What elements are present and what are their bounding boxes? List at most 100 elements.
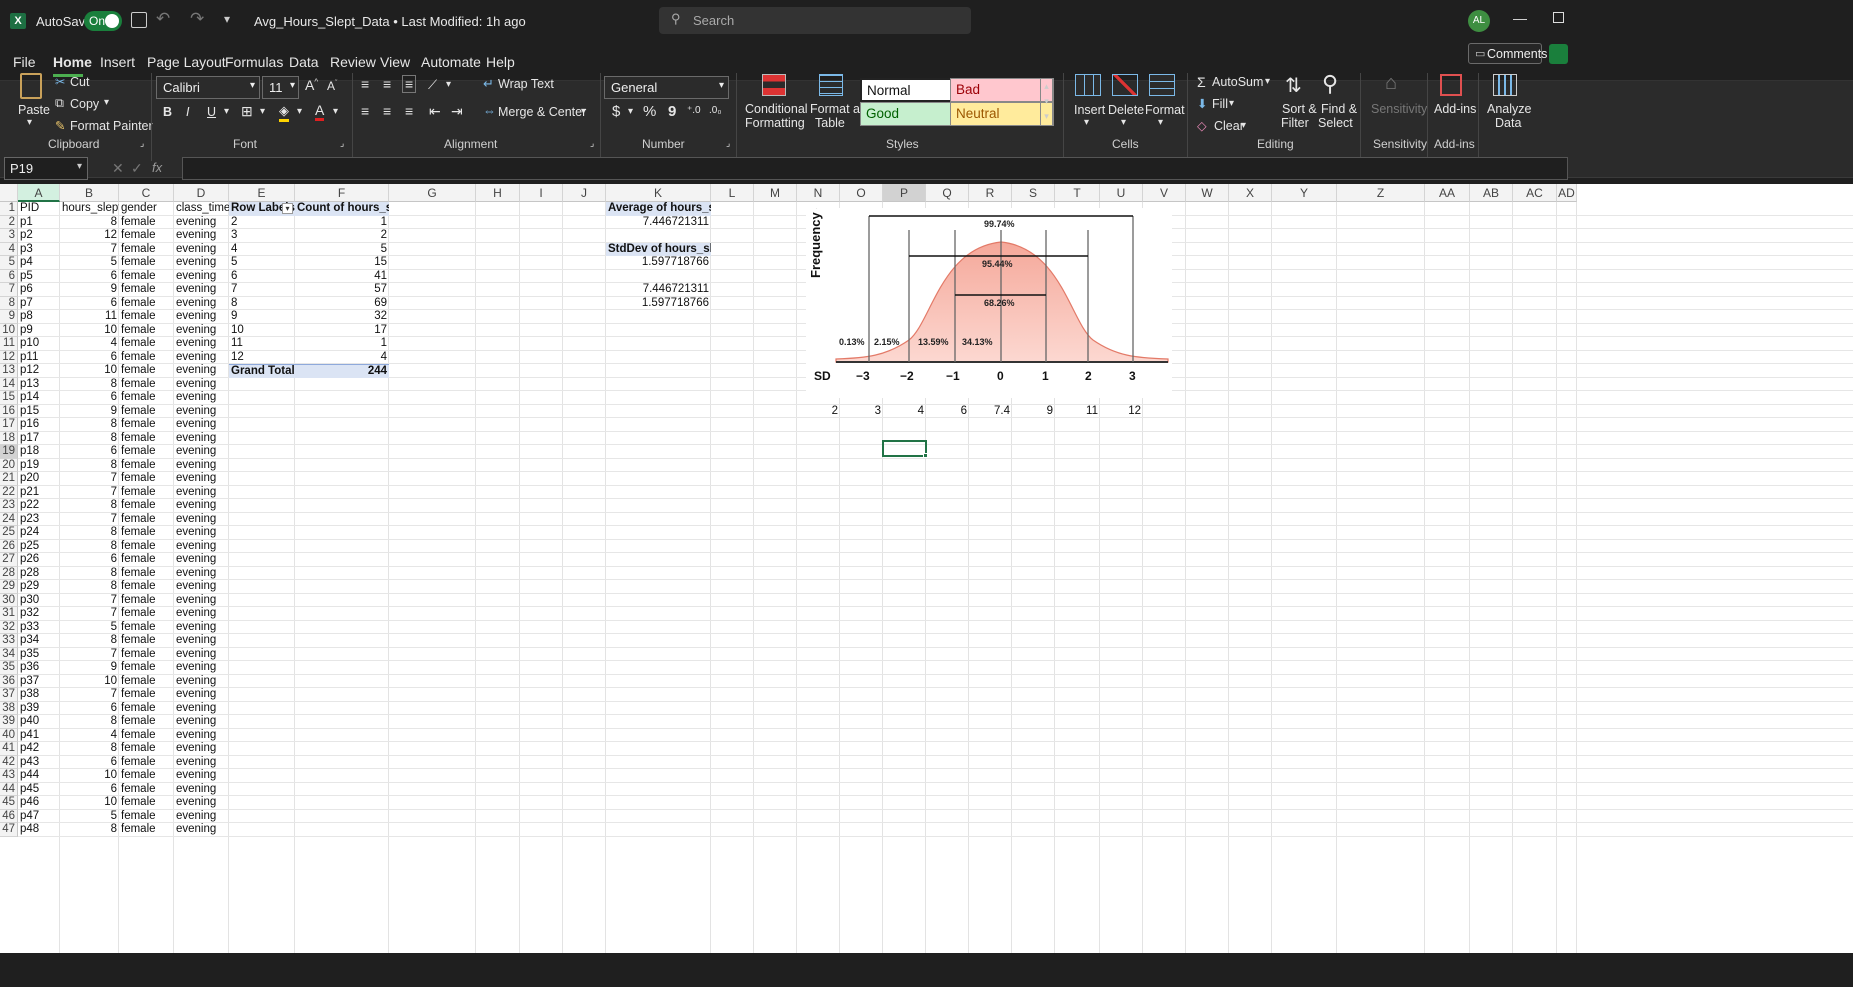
merge-center-icon[interactable]: ⇔ — [483, 103, 496, 118]
column-header[interactable]: S — [1012, 184, 1055, 202]
tab-data[interactable]: Data — [289, 54, 319, 70]
row-header[interactable]: 38 — [0, 701, 18, 715]
autosum-button[interactable]: AutoSum — [1212, 75, 1263, 89]
format-dropdown-icon[interactable]: ▾ — [1158, 117, 1163, 128]
find-select-label-2[interactable]: Select — [1318, 116, 1353, 130]
row-header[interactable]: 34 — [0, 647, 18, 661]
column-header[interactable]: U — [1100, 184, 1143, 202]
column-header[interactable]: A — [18, 184, 60, 202]
comments-button[interactable]: ▭ Comments — [1468, 43, 1547, 64]
select-all-corner[interactable] — [0, 184, 18, 202]
row-header[interactable]: 39 — [0, 715, 18, 729]
autosum-dropdown-icon[interactable]: ▾ — [1265, 76, 1270, 87]
row-header[interactable]: 9 — [0, 310, 18, 324]
autosave-toggle[interactable]: On — [84, 11, 122, 31]
styles-scroll[interactable]: ▴ ▾ ▾ — [1040, 78, 1053, 126]
row-header[interactable]: 18 — [0, 431, 18, 445]
number-launcher-icon[interactable]: ⌟ — [726, 138, 730, 149]
column-header[interactable]: L — [711, 184, 754, 202]
increase-indent-icon[interactable]: ⇥ — [451, 103, 463, 120]
column-header[interactable]: X — [1229, 184, 1272, 202]
column-header[interactable]: O — [840, 184, 883, 202]
align-right-icon[interactable]: ≡ — [405, 103, 413, 119]
column-header[interactable]: Q — [926, 184, 969, 202]
column-header[interactable]: H — [476, 184, 520, 202]
row-header[interactable]: 21 — [0, 472, 18, 486]
insert-cells-button[interactable]: Insert — [1074, 103, 1105, 117]
row-header[interactable]: 24 — [0, 512, 18, 526]
row-header[interactable]: 4 — [0, 242, 18, 256]
row-header[interactable]: 36 — [0, 674, 18, 688]
row-header[interactable]: 22 — [0, 485, 18, 499]
column-header[interactable]: G — [389, 184, 476, 202]
delete-cells-icon[interactable] — [1112, 74, 1138, 96]
conditional-formatting-icon[interactable] — [762, 74, 786, 96]
row-header[interactable]: 13 — [0, 364, 18, 378]
insert-function-icon[interactable]: fx — [152, 160, 162, 175]
row-header[interactable]: 46 — [0, 809, 18, 823]
format-painter-button[interactable]: Format Painter — [70, 119, 153, 133]
borders-icon[interactable]: ⊞ — [241, 103, 253, 120]
formula-cancel-icon[interactable]: ✕ — [112, 160, 124, 177]
merge-dropdown-icon[interactable]: ▾ — [581, 106, 586, 117]
format-cells-icon[interactable] — [1149, 74, 1175, 96]
fill-color-icon[interactable]: ◈ — [279, 103, 289, 122]
tab-file[interactable]: File — [13, 54, 36, 70]
paste-dropdown-icon[interactable]: ▾ — [27, 117, 32, 128]
find-select-icon[interactable]: ⚲ — [1322, 71, 1338, 97]
row-header[interactable]: 14 — [0, 377, 18, 391]
tab-review[interactable]: Review — [330, 54, 376, 70]
tab-view[interactable]: View — [380, 54, 410, 70]
row-header[interactable]: 44 — [0, 782, 18, 796]
font-color-icon[interactable]: A — [315, 102, 325, 121]
align-center-icon[interactable]: ≡ — [383, 103, 391, 119]
orientation-icon[interactable]: ⟋ — [428, 77, 437, 93]
comma-button[interactable]: 9 — [668, 103, 676, 120]
copy-dropdown-icon[interactable]: ▾ — [104, 97, 109, 108]
format-painter-icon[interactable]: ✎ — [55, 118, 65, 133]
column-header[interactable]: E — [229, 184, 295, 202]
font-size-select[interactable]: 11 ▾ — [262, 76, 299, 99]
fill-color-dropdown-icon[interactable]: ▾ — [297, 106, 302, 117]
normal-distribution-image[interactable]: Frequency of Scores 99.74% 95.44% 68.26%… — [806, 184, 1172, 398]
autosum-icon[interactable]: Σ — [1197, 74, 1206, 90]
paste-clipboard-icon[interactable] — [20, 73, 42, 99]
row-header[interactable]: 23 — [0, 499, 18, 513]
align-left-icon[interactable]: ≡ — [361, 103, 369, 119]
row-header[interactable]: 45 — [0, 796, 18, 810]
analyze-data-label-2[interactable]: Data — [1495, 116, 1521, 130]
row-header[interactable]: 6 — [0, 269, 18, 283]
align-top-icon[interactable]: ≡ — [361, 76, 369, 92]
row-header[interactable]: 8 — [0, 296, 18, 310]
column-header[interactable]: Z — [1337, 184, 1425, 202]
name-box[interactable]: P19 ▾ — [4, 157, 88, 180]
row-header[interactable]: 42 — [0, 755, 18, 769]
format-cells-button[interactable]: Format — [1145, 103, 1185, 117]
clear-button[interactable]: Clear — [1214, 119, 1244, 133]
row-header[interactable]: 3 — [0, 229, 18, 243]
paste-button[interactable]: Paste — [18, 103, 50, 117]
addins-icon[interactable] — [1440, 74, 1462, 96]
column-header[interactable]: Y — [1272, 184, 1337, 202]
copy-icon[interactable]: ⧉ — [55, 96, 64, 111]
column-header[interactable]: K — [606, 184, 711, 202]
undo-icon[interactable]: ↶ — [156, 9, 170, 29]
increase-decimal-icon[interactable]: ⁺.0 — [687, 105, 701, 116]
clear-dropdown-icon[interactable]: ▾ — [1241, 120, 1246, 131]
sort-filter-label-2[interactable]: Filter — [1281, 116, 1309, 130]
increase-font-icon[interactable]: A^ — [305, 77, 318, 93]
wrap-text-icon[interactable]: ↵ — [483, 76, 494, 92]
row-header[interactable]: 11 — [0, 337, 18, 351]
column-header[interactable]: W — [1186, 184, 1229, 202]
font-launcher-icon[interactable]: ⌟ — [340, 138, 344, 149]
delete-dropdown-icon[interactable]: ▾ — [1121, 117, 1126, 128]
row-header[interactable]: 27 — [0, 553, 18, 567]
row-header[interactable]: 43 — [0, 769, 18, 783]
format-as-table-icon[interactable] — [819, 74, 843, 96]
tab-insert[interactable]: Insert — [100, 54, 135, 70]
font-color-dropdown-icon[interactable]: ▾ — [333, 106, 338, 117]
column-header[interactable]: D — [174, 184, 229, 202]
document-title[interactable]: Avg_Hours_Slept_Data • Last Modified: 1h… — [254, 14, 526, 29]
row-header[interactable]: 1 — [0, 202, 18, 216]
restore-icon[interactable] — [1553, 12, 1564, 23]
